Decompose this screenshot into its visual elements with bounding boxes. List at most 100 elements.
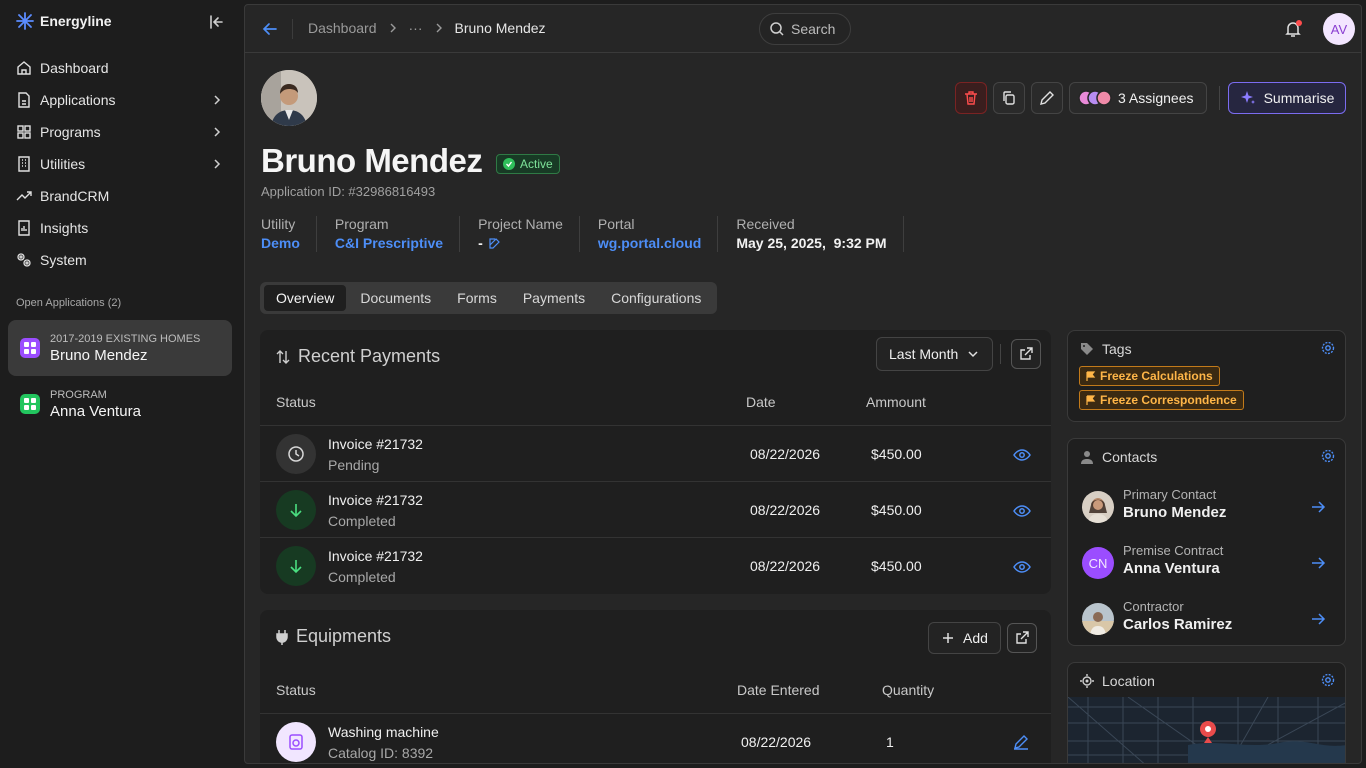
search-label: Search <box>791 21 836 37</box>
contact-role: Premise Contract <box>1123 543 1224 558</box>
tab-forms[interactable]: Forms <box>445 285 509 311</box>
sidebar-item-label: BrandCRM <box>40 188 110 204</box>
table-row[interactable]: Invoice #21732 Completed 08/22/2026 $450… <box>260 537 1051 593</box>
contact-row[interactable]: Primary Contact Bruno Mendez <box>1082 487 1332 527</box>
equipment-name: Washing machine <box>328 724 439 740</box>
tab-overview[interactable]: Overview <box>264 285 347 311</box>
meta-received: Received May 25, 2025, 9:32 PM <box>736 216 904 252</box>
user-avatar[interactable]: AV <box>1323 13 1355 45</box>
assignees-button[interactable]: 3 Assignees <box>1069 82 1207 114</box>
project-name-value: - <box>478 235 483 251</box>
tab-documents[interactable]: Documents <box>348 285 443 311</box>
breadcrumb-ellipsis[interactable]: ··· <box>409 20 423 36</box>
collapse-sidebar-icon[interactable] <box>208 13 226 31</box>
search-icon <box>770 22 784 36</box>
payment-status: Completed <box>328 569 396 585</box>
meta-value-link[interactable]: Demo <box>261 235 300 251</box>
avatar <box>1082 491 1114 523</box>
tag-label: Freeze Correspondence <box>1100 393 1237 407</box>
location-card: Location <box>1067 662 1346 763</box>
notification-dot <box>1296 20 1302 26</box>
arrow-right-icon[interactable] <box>1310 611 1326 627</box>
sidebar-item-system[interactable]: System <box>16 244 228 276</box>
location-title: Location <box>1102 673 1155 689</box>
gear-icon[interactable] <box>1321 341 1335 355</box>
open-app-anna-ventura[interactable]: PROGRAM Anna Ventura <box>8 376 232 432</box>
sparkle-icon <box>1240 91 1255 104</box>
brand[interactable]: Energyline <box>16 12 112 30</box>
equipments-panel: Equipments Add Status Date Entered Quant… <box>260 610 1051 763</box>
breadcrumb-current: Bruno Mendez <box>454 20 546 36</box>
external-link-icon <box>1016 631 1029 644</box>
open-applications-title: Open Applications (2) <box>16 297 122 309</box>
profile-name: Bruno Mendez <box>261 142 483 179</box>
column-header-date-entered: Date Entered <box>737 682 820 698</box>
location-map[interactable] <box>1068 697 1345 763</box>
tags-title: Tags <box>1102 341 1132 357</box>
table-row[interactable]: Washing machine Catalog ID: 8392 08/22/2… <box>260 713 1051 763</box>
tab-configurations[interactable]: Configurations <box>599 285 713 311</box>
eye-icon[interactable] <box>1013 446 1031 464</box>
payment-date: 08/22/2026 <box>750 446 821 462</box>
tag-badge[interactable]: Freeze Calculations <box>1079 366 1220 386</box>
gear-icon[interactable] <box>1321 449 1335 463</box>
payment-amount: $450.00 <box>871 446 922 462</box>
tag-badge[interactable]: Freeze Correspondence <box>1079 390 1244 410</box>
chevron-right-icon <box>214 127 221 137</box>
grid-icon <box>17 125 31 139</box>
summarise-button[interactable]: Summarise <box>1228 82 1346 114</box>
meta-utility: Utility Demo <box>261 216 317 252</box>
pencil-icon[interactable] <box>1013 734 1029 750</box>
chevron-right-icon <box>214 95 221 105</box>
sidebar-item-label: System <box>40 252 87 268</box>
avatar-stack-icon <box>1078 90 1112 106</box>
open-external-button[interactable] <box>1007 623 1037 653</box>
sidebar-item-dashboard[interactable]: Dashboard <box>16 52 228 84</box>
energyline-logo-icon <box>16 12 34 30</box>
open-external-button[interactable] <box>1011 339 1041 369</box>
table-row[interactable]: Invoice #21732 Pending 08/22/2026 $450.0… <box>260 425 1051 481</box>
column-header-amount: Ammount <box>866 394 926 410</box>
breadcrumb-dashboard[interactable]: Dashboard <box>308 20 377 36</box>
eye-icon[interactable] <box>1013 502 1031 520</box>
payment-amount: $450.00 <box>871 558 922 574</box>
delete-button[interactable] <box>955 82 987 114</box>
meta-label: Portal <box>597 216 635 232</box>
brand-name: Energyline <box>40 13 112 29</box>
application-id: Application ID: #32986816493 <box>261 184 436 199</box>
arrow-right-icon[interactable] <box>1310 499 1326 515</box>
meta-value-link[interactable]: C&I Prescriptive <box>335 235 443 251</box>
contact-row[interactable]: Contractor Carlos Ramirez <box>1082 599 1332 639</box>
flag-icon <box>1086 395 1096 405</box>
edit-button[interactable] <box>1031 82 1063 114</box>
sidebar-item-utilities[interactable]: Utilities <box>16 148 228 180</box>
open-app-subtitle: PROGRAM <box>50 388 107 401</box>
period-select[interactable]: Last Month <box>876 337 994 371</box>
back-arrow-icon[interactable] <box>261 20 279 38</box>
tab-payments[interactable]: Payments <box>511 285 597 311</box>
sidebar-item-insights[interactable]: Insights <box>16 212 228 244</box>
meta-portal: Portal wg.portal.cloud <box>597 216 719 252</box>
open-app-bruno-mendez[interactable]: 2017-2019 EXISTING HOMES Bruno Mendez <box>8 320 232 376</box>
sidebar-item-programs[interactable]: Programs <box>16 116 228 148</box>
column-header-date: Date <box>746 394 776 410</box>
sidebar-item-brandcrm[interactable]: BrandCRM <box>16 180 228 212</box>
contact-role: Primary Contact <box>1123 487 1217 502</box>
meta-value-link[interactable]: wg.portal.cloud <box>598 235 701 251</box>
edit-icon[interactable] <box>489 237 501 249</box>
copy-button[interactable] <box>993 82 1025 114</box>
contact-name: Carlos Ramirez <box>1123 616 1233 633</box>
column-header-status: Status <box>276 682 316 698</box>
meta-value: May 25, 2025, 9:32 PM <box>736 235 887 251</box>
gear-icon[interactable] <box>1321 673 1335 687</box>
tag-label: Freeze Calculations <box>1100 369 1213 383</box>
arrow-right-icon[interactable] <box>1310 555 1326 571</box>
contact-row[interactable]: CN Premise Contract Anna Ventura <box>1082 543 1332 583</box>
payment-status: Pending <box>328 457 380 473</box>
add-equipment-button[interactable]: Add <box>928 622 1001 654</box>
eye-icon[interactable] <box>1013 558 1031 576</box>
sidebar-item-applications[interactable]: Applications <box>16 84 228 116</box>
table-row[interactable]: Invoice #21732 Completed 08/22/2026 $450… <box>260 481 1051 537</box>
search-button[interactable]: Search <box>759 13 851 45</box>
document-icon <box>18 92 30 108</box>
